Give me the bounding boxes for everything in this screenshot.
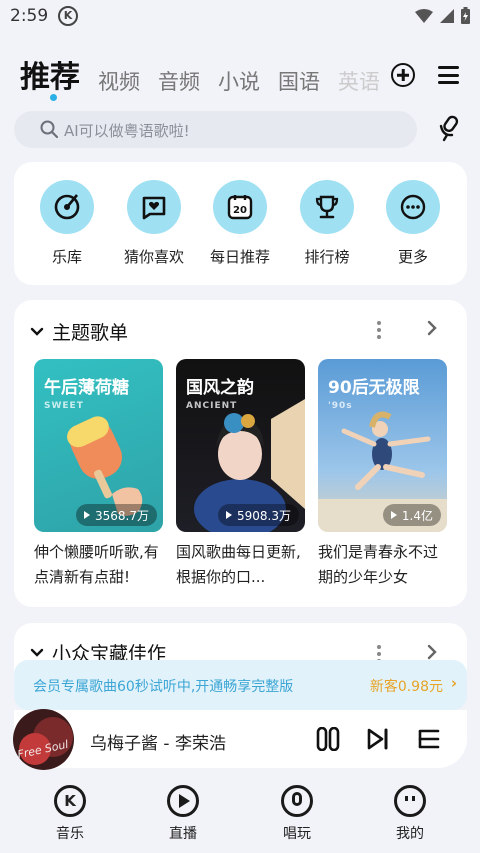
nav-label: 我的 [396,826,424,842]
status-time: 2:59 [10,6,49,26]
play-icon [226,511,232,519]
active-tab-indicator [50,94,57,101]
status-bar: 2:59 K [0,0,480,34]
cover-title: 90后无极限 [328,378,420,398]
quick-label: 乐库 [51,248,82,266]
trophy-icon [300,180,354,234]
add-icon[interactable] [391,63,415,87]
play-count-badge: 5908.3万 [218,504,299,526]
cover-title: 午后薄荷糖 [44,378,129,398]
nav-label: 直播 [169,826,197,842]
play-icon [84,511,90,519]
playlist-description[interactable]: 伸个懒腰听听歌,有点清新有点甜! [34,540,168,590]
tab-english[interactable]: 英语 [338,66,380,96]
voice-search-icon[interactable] [437,114,463,142]
quick-entries-card: 乐库 猜你喜欢 20 每日推荐 排行榜 更多 [14,162,467,285]
now-playing-cover[interactable]: Free Soul [13,709,74,770]
chevron-right-icon[interactable] [427,320,437,336]
vip-price[interactable]: 新客0.98元 [370,676,443,696]
section-title: 主题歌单 [52,322,129,344]
quick-item-daily[interactable]: 20 每日推荐 [200,180,280,267]
play-count-badge: 3568.7万 [76,504,157,526]
tab-video[interactable]: 视频 [98,66,140,96]
chevron-down-icon[interactable] [30,327,44,337]
theme-playlists-card: 主题歌单 午后薄荷糖 SWEET 3568.7万 伸个懒腰听听歌,有点清新有点甜… [14,300,467,607]
quick-item-library[interactable]: 乐库 [27,180,107,267]
quick-item-guess-you-like[interactable]: 猜你喜欢 [114,180,194,267]
more-icon [386,180,440,234]
nav-label: 音乐 [56,826,84,842]
vip-banner[interactable]: 会员专属歌曲60秒试听中,开通畅享完整版 新客0.98元 › [14,660,467,710]
cover-subtitle: '90s [328,401,353,411]
quick-label: 排行榜 [304,248,350,266]
wifi-icon [415,8,433,23]
cover-title: 国风之韵 [186,378,254,398]
quick-label: 更多 [397,248,428,266]
play-count: 3568.7万 [95,508,149,523]
nav-live[interactable]: 直播 [143,785,223,843]
tab-recommend[interactable]: 推荐 [20,52,80,96]
quick-item-charts[interactable]: 排行榜 [287,180,367,267]
music-k-icon: K [54,785,86,817]
menu-icon[interactable] [438,66,459,84]
playlist-cover[interactable]: 国风之韵 ANCIENT 5908.3万 [176,359,305,532]
pause-icon[interactable] [316,727,340,751]
search-icon [40,120,58,138]
top-tabs: 推荐 视频 音频 小说 国语 英语 [20,48,380,96]
play-count: 5908.3万 [237,508,291,523]
tab-mandarin[interactable]: 国语 [278,66,320,96]
heart-box-icon [127,180,181,234]
playlist-description[interactable]: 我们是青春永不过期的少年少女 [318,540,452,590]
app-badge-icon: K [58,6,78,26]
section-header[interactable]: 主题歌单 [30,318,128,345]
mini-player[interactable]: 乌梅子酱 - 李荣浩 [14,710,467,768]
tab-audio[interactable]: 音频 [158,66,200,96]
live-play-icon [167,785,199,817]
nav-sing[interactable]: 唱玩 [257,785,337,843]
nav-label: 唱玩 [283,826,311,842]
quick-label: 猜你喜欢 [123,248,184,266]
system-icons [415,7,470,24]
calendar-day: 20 [233,205,247,216]
next-track-icon[interactable] [366,727,390,751]
more-options-icon[interactable] [377,321,381,339]
cover-subtitle: SWEET [44,401,84,411]
search-placeholder: AI可以做粤语歌啦! [64,122,190,140]
microphone-icon [281,785,313,817]
battery-icon [461,7,470,24]
chevron-down-icon[interactable] [30,648,44,658]
quick-label: 每日推荐 [209,248,270,266]
play-count-badge: 1.4亿 [382,504,441,526]
playlist-icon[interactable] [418,728,440,750]
smile-face-icon [394,785,426,817]
playlist-description[interactable]: 国风歌曲每日更新,根据你的口... [176,540,310,590]
playlist-cover[interactable]: 午后薄荷糖 SWEET 3568.7万 [34,359,163,532]
nav-music[interactable]: K 音乐 [30,785,110,843]
bottom-nav: K 音乐 直播 唱玩 我的 [0,775,480,853]
vinyl-icon [40,180,94,234]
quick-item-more[interactable]: 更多 [373,180,453,267]
chevron-right-icon[interactable] [427,644,437,660]
playlist-cover[interactable]: 90后无极限 '90s 1.4亿 [318,359,447,532]
chevron-right-icon[interactable]: › [451,674,457,692]
play-icon [390,511,397,519]
calendar-icon: 20 [213,180,267,234]
tab-novel[interactable]: 小说 [218,66,260,96]
vip-trial-text: 会员专属歌曲60秒试听中,开通畅享完整版 [33,679,294,695]
nav-me[interactable]: 我的 [370,785,450,843]
cover-subtitle: ANCIENT [186,401,238,411]
search-bar[interactable]: AI可以做粤语歌啦! [14,111,417,148]
play-count: 1.4亿 [401,508,433,523]
signal-icon [440,8,454,23]
now-playing-title: 乌梅子酱 - 李荣浩 [90,734,226,754]
